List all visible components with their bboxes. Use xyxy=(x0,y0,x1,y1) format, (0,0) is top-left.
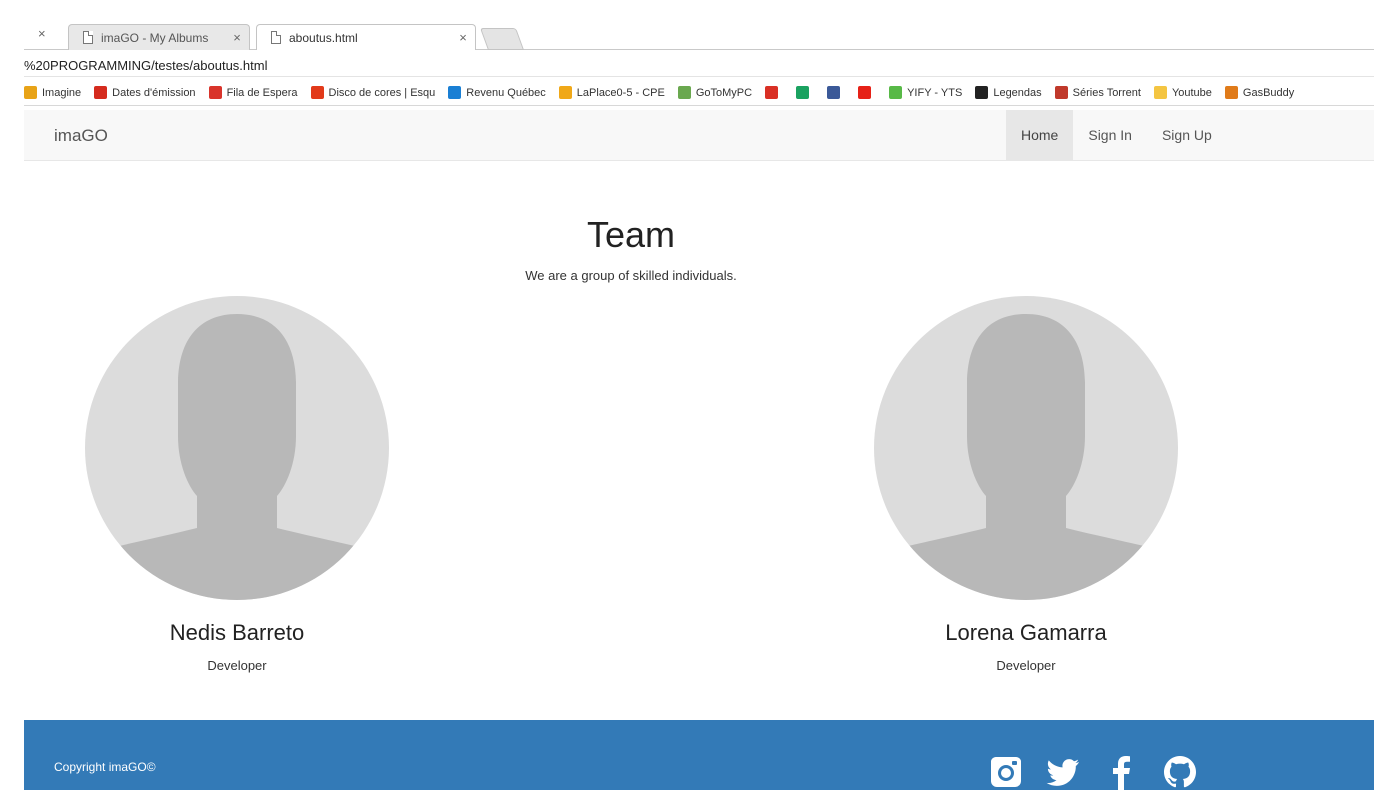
twitter-icon[interactable] xyxy=(1046,754,1082,790)
bookmark-icon xyxy=(889,86,903,99)
nav-home[interactable]: Home xyxy=(1006,110,1074,160)
bookmark-icon xyxy=(310,86,324,99)
bookmark-item[interactable]: Fila de Espera xyxy=(208,86,298,99)
bookmark-label: Disco de cores | Esqu xyxy=(328,86,436,99)
nav-links: Home Sign In Sign Up xyxy=(1006,110,1227,160)
bookmark-icon xyxy=(796,86,810,99)
bookmark-item[interactable]: GasBuddy xyxy=(1224,86,1295,99)
bookmark-icon xyxy=(208,86,222,99)
site-navbar: imaGO Home Sign In Sign Up xyxy=(24,110,1374,161)
page-subtitle: We are a group of skilled individuals. xyxy=(525,268,737,283)
bookmark-item[interactable] xyxy=(796,86,814,99)
bookmark-icon xyxy=(1054,86,1068,99)
bookmark-label: Legendas xyxy=(993,86,1042,99)
bookmark-label: Dates d'émission xyxy=(112,86,196,99)
bookmark-item[interactable]: Revenu Québec xyxy=(448,86,546,99)
bookmark-icon xyxy=(677,86,691,99)
bookmark-item[interactable]: YIFY - YTS xyxy=(889,86,962,99)
bookmark-label: LaPlace0-5 - CPE xyxy=(576,86,665,99)
close-icon[interactable]: × xyxy=(38,26,46,41)
tab-label: imaGO - My Albums xyxy=(101,30,209,45)
bookmark-icon xyxy=(765,86,779,99)
bookmark-label: Imagine xyxy=(42,86,82,99)
bookmark-icon xyxy=(558,86,572,99)
team-member-card: Lorena Gamarra Developer xyxy=(874,296,1178,673)
close-icon[interactable]: × xyxy=(451,30,475,45)
member-role: Developer xyxy=(996,658,1056,673)
bookmark-icon xyxy=(858,86,872,99)
bookmark-item[interactable]: Legendas xyxy=(975,86,1042,99)
bookmark-label: GoToMyPC xyxy=(695,86,753,99)
nav-sign-up[interactable]: Sign Up xyxy=(1147,110,1227,160)
bookmark-icon xyxy=(448,86,462,99)
bookmarks-bar: Imagine Dates d'émission Fila de Espera Dis… xyxy=(24,80,1374,106)
member-name: Nedis Barreto xyxy=(169,620,305,645)
bookmark-icon xyxy=(827,86,841,99)
bookmark-item[interactable]: LaPlace0-5 - CPE xyxy=(558,86,665,99)
new-tab-button[interactable] xyxy=(479,28,525,50)
document-icon xyxy=(271,31,281,44)
site-footer: Copyright imaGO© xyxy=(24,720,1374,790)
bookmark-item[interactable]: Séries Torrent xyxy=(1054,86,1141,99)
bookmark-icon xyxy=(1153,86,1167,99)
document-icon xyxy=(83,31,93,44)
browser-window: × imaGO - My Albums × aboutus.html × %20… xyxy=(0,0,1399,806)
bookmark-item[interactable]: Youtube xyxy=(1153,86,1212,99)
bookmark-label: YIFY - YTS xyxy=(907,86,963,99)
nav-sign-in[interactable]: Sign In xyxy=(1073,110,1147,160)
bookmark-label: Séries Torrent xyxy=(1072,86,1141,99)
bookmark-label: GasBuddy xyxy=(1242,86,1295,99)
bookmark-label: Revenu Québec xyxy=(466,86,546,99)
member-role: Developer xyxy=(207,658,267,673)
tab-aboutus[interactable]: aboutus.html × xyxy=(256,24,476,50)
tab-strip: × imaGO - My Albums × aboutus.html × xyxy=(24,22,1374,50)
close-icon[interactable]: × xyxy=(225,30,249,45)
bookmark-icon xyxy=(94,86,108,99)
address-bar[interactable]: %20PROGRAMMING/testes/aboutus.html xyxy=(24,55,1374,77)
bookmark-item[interactable]: Imagine xyxy=(24,86,81,99)
social-links xyxy=(988,754,1220,790)
person-silhouette-icon xyxy=(900,314,1152,600)
bookmark-label: Youtube xyxy=(1171,86,1212,99)
bookmark-item[interactable]: GoToMyPC xyxy=(677,86,753,99)
brand-logo[interactable]: imaGO xyxy=(54,126,108,146)
bookmark-item[interactable] xyxy=(827,86,845,99)
facebook-icon[interactable] xyxy=(1104,754,1140,790)
copyright-text: Copyright imaGO© xyxy=(54,760,156,774)
bookmark-label: Fila de Espera xyxy=(226,86,298,99)
bookmark-item[interactable]: Disco de cores | Esqu xyxy=(310,86,436,99)
bookmark-icon xyxy=(24,86,37,99)
bookmark-icon xyxy=(975,86,989,99)
instagram-icon[interactable] xyxy=(988,754,1024,790)
bookmark-icon xyxy=(1224,86,1238,99)
page-title: Team xyxy=(586,214,676,255)
team-member-card: Nedis Barreto Developer xyxy=(85,296,389,673)
tab-label: aboutus.html xyxy=(289,30,358,45)
person-silhouette-icon xyxy=(111,314,363,600)
tab-my-albums[interactable]: imaGO - My Albums × xyxy=(68,24,250,50)
member-name: Lorena Gamarra xyxy=(945,620,1107,645)
bookmark-item[interactable]: Dates d'émission xyxy=(94,86,196,99)
github-icon[interactable] xyxy=(1162,754,1198,790)
avatar xyxy=(874,296,1178,600)
bookmark-item[interactable] xyxy=(765,86,783,99)
avatar xyxy=(85,296,389,600)
bookmark-item[interactable] xyxy=(858,86,876,99)
